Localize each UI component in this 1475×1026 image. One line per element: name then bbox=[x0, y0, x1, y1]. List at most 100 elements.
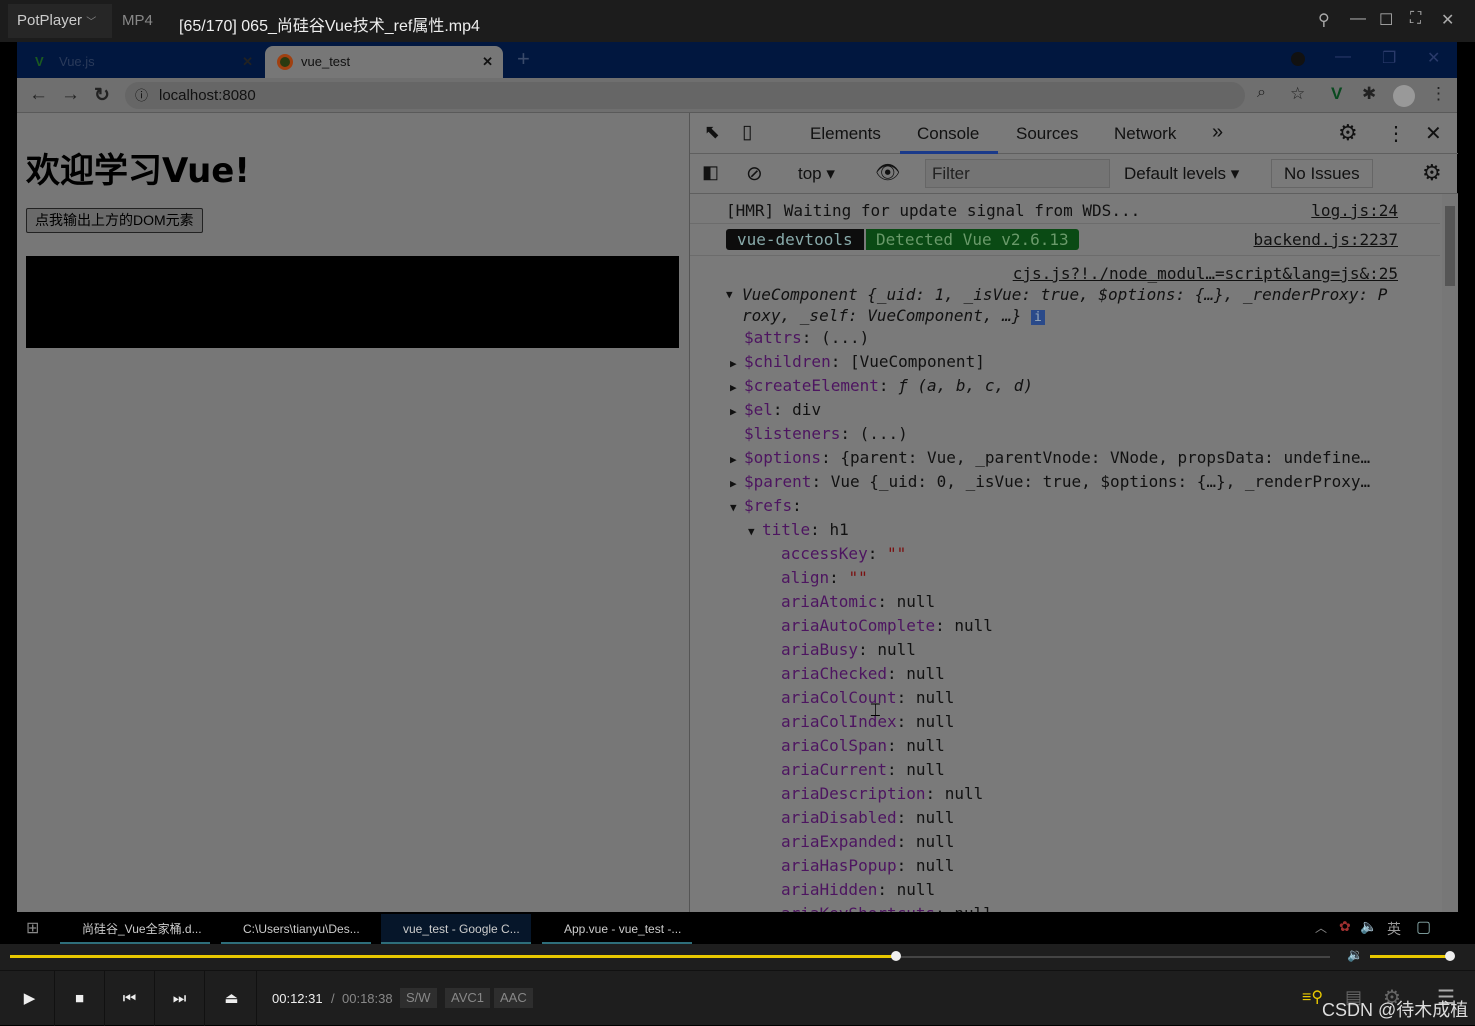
more-tabs-icon[interactable]: » bbox=[1212, 121, 1223, 144]
tab-network[interactable]: Network bbox=[1114, 124, 1176, 144]
taskbar-item-chrome[interactable]: vue_test - Google C... bbox=[381, 914, 531, 944]
expand-arrow-icon[interactable]: ▶ bbox=[730, 477, 744, 490]
notification-icon[interactable]: ▢ bbox=[1416, 917, 1431, 937]
vue-devtools-extension-icon[interactable]: V bbox=[1331, 84, 1342, 104]
console-message-object: cjs.js?!./node_modul…=script&lang=js&:25… bbox=[690, 256, 1440, 912]
property-row[interactable]: ▶ $createElement: ƒ (a, b, c, d) bbox=[730, 376, 1033, 395]
expand-arrow-icon[interactable]: ▶ bbox=[730, 405, 744, 418]
tray-chevron-icon[interactable]: ︿ bbox=[1315, 919, 1327, 936]
source-link[interactable]: cjs.js?!./node_modul…=script&lang=js&:25 bbox=[1013, 264, 1398, 283]
pin-icon[interactable]: ⚲ bbox=[1318, 10, 1330, 30]
badge-video-codec[interactable]: AVC1 bbox=[445, 988, 490, 1008]
back-icon[interactable]: ← bbox=[29, 84, 48, 106]
property-row: ariaColIndex: null bbox=[767, 712, 954, 731]
tab-vuejs[interactable]: V Vue.js ✕ bbox=[23, 46, 263, 78]
watermark: CSDN @待木成植 bbox=[1322, 1000, 1469, 1020]
property-key: ariaExpanded bbox=[781, 832, 897, 851]
taskbar-item-vscode[interactable]: App.vue - vue_test -... bbox=[542, 914, 692, 944]
window-restore-icon[interactable]: ❐ bbox=[1382, 48, 1396, 68]
property-row[interactable]: ▶ $options: {parent: Vue, _parentVnode: V… bbox=[730, 448, 1370, 467]
object-summary[interactable]: VueComponent {_uid: 1, _isVue: true, $op… bbox=[742, 285, 1387, 304]
device-toggle-icon[interactable]: ▯ bbox=[742, 121, 752, 144]
close-tab-icon[interactable]: ✕ bbox=[242, 46, 253, 78]
volume-icon[interactable]: 🔉 bbox=[1347, 947, 1363, 963]
info-icon: ⓘ bbox=[135, 88, 149, 103]
reload-icon[interactable]: ↻ bbox=[94, 84, 110, 107]
property-value: null bbox=[954, 904, 993, 912]
expand-arrow-icon[interactable]: ▶ bbox=[730, 453, 744, 466]
playlist-search-icon[interactable]: ≡⚲ bbox=[1302, 987, 1323, 1007]
ime-indicator[interactable]: 英 bbox=[1387, 919, 1401, 939]
issues-button[interactable]: No Issues bbox=[1271, 159, 1373, 188]
more-options-icon[interactable]: ⋮ bbox=[1386, 121, 1406, 146]
next-button[interactable]: ⏭ bbox=[155, 971, 205, 1026]
devtools-toolbar: ⬉ ▯ Elements Console Sources Network » ⚙… bbox=[690, 113, 1458, 154]
volume-handle[interactable] bbox=[1445, 951, 1455, 961]
previous-button[interactable]: ⏮ bbox=[105, 971, 155, 1026]
maximize-icon[interactable]: ☐ bbox=[1379, 10, 1393, 30]
taskbar-item-word[interactable]: 尚硅谷_Vue全家桶.d... bbox=[60, 914, 210, 944]
filter-input[interactable]: Filter bbox=[925, 159, 1110, 188]
live-expression-eye-icon[interactable]: 👁 bbox=[875, 160, 900, 185]
expand-arrow-icon[interactable]: ▼ bbox=[730, 501, 744, 514]
source-link[interactable]: backend.js:2237 bbox=[1254, 230, 1399, 249]
profile-avatar[interactable] bbox=[1393, 85, 1415, 107]
property-row[interactable]: ▶ $el: div bbox=[730, 400, 821, 419]
window-close-icon[interactable]: ✕ bbox=[1427, 48, 1440, 68]
property-key: ariaColSpan bbox=[781, 736, 887, 755]
property-key: ariaAutoComplete bbox=[781, 616, 936, 635]
property-row[interactable]: ▼ $refs: bbox=[730, 496, 811, 515]
expand-arrow-icon[interactable]: ▶ bbox=[730, 381, 744, 394]
menu-icon[interactable]: ⋮ bbox=[1430, 84, 1447, 104]
play-button[interactable]: ▶ bbox=[5, 971, 55, 1026]
forward-icon[interactable]: → bbox=[61, 84, 80, 106]
badge-audio-codec[interactable]: AAC bbox=[494, 988, 533, 1008]
expand-arrow-icon[interactable]: ▼ bbox=[726, 288, 733, 301]
seek-handle[interactable] bbox=[890, 951, 901, 961]
property-row[interactable]: ▶ $parent: Vue {_uid: 0, _isVue: true, $o… bbox=[730, 472, 1370, 491]
url-input[interactable]: ⓘ localhost:8080 bbox=[125, 82, 1245, 109]
scrollbar-thumb[interactable] bbox=[1445, 206, 1455, 286]
zoom-icon[interactable]: ⌕ bbox=[1257, 84, 1266, 102]
taskbar-label: App.vue - vue_test -... bbox=[564, 922, 682, 936]
stop-button[interactable]: ■ bbox=[55, 971, 105, 1026]
console-message-hmr: [HMR] Waiting for update signal from WDS… bbox=[690, 194, 1440, 224]
source-link[interactable]: log.js:24 bbox=[1311, 201, 1398, 220]
inspect-icon[interactable]: ⬉ bbox=[704, 121, 720, 144]
close-tab-icon[interactable]: ✕ bbox=[482, 46, 493, 78]
show-dom-button[interactable]: 点我输出上方的DOM元素 bbox=[26, 208, 203, 233]
player-menu-button[interactable]: PotPlayer ﹀ bbox=[8, 4, 112, 38]
tab-console[interactable]: Console bbox=[917, 124, 979, 144]
minimize-icon[interactable]: — bbox=[1350, 10, 1366, 28]
close-icon[interactable]: ✕ bbox=[1441, 10, 1454, 30]
clear-console-icon[interactable]: ⊘ bbox=[746, 161, 763, 186]
eject-button[interactable]: ⏏ bbox=[207, 971, 257, 1026]
console-scrollbar[interactable] bbox=[1442, 194, 1458, 912]
close-devtools-icon[interactable]: ✕ bbox=[1425, 121, 1442, 146]
context-selector[interactable]: top ▾ bbox=[798, 164, 835, 184]
property-row: align: "" bbox=[767, 568, 868, 587]
new-tab-icon[interactable]: + bbox=[517, 46, 530, 72]
console-settings-icon[interactable]: ⚙ bbox=[1422, 160, 1442, 186]
info-badge-icon[interactable]: i bbox=[1031, 310, 1045, 325]
log-levels-dropdown[interactable]: Default levels ▾ bbox=[1124, 164, 1239, 184]
tray-app-icon[interactable]: ✿ bbox=[1339, 918, 1351, 935]
tab-sources[interactable]: Sources bbox=[1016, 124, 1078, 144]
property-row[interactable]: ▼ title: h1 bbox=[748, 520, 849, 539]
expand-arrow-icon[interactable]: ▼ bbox=[748, 525, 762, 538]
tab-elements[interactable]: Elements bbox=[810, 124, 881, 144]
tab-vue-test[interactable]: vue_test ✕ bbox=[265, 46, 503, 78]
badge-renderer[interactable]: S/W bbox=[400, 988, 437, 1008]
expand-arrow-icon[interactable]: ▶ bbox=[730, 357, 744, 370]
volume-tray-icon[interactable]: 🔈 bbox=[1360, 918, 1377, 935]
settings-icon[interactable]: ⚙ bbox=[1338, 120, 1358, 146]
bookmark-star-icon[interactable]: ☆ bbox=[1290, 84, 1305, 104]
window-minimize-icon[interactable]: — bbox=[1335, 48, 1351, 66]
profile-dot-icon[interactable] bbox=[1291, 52, 1305, 66]
fullscreen-icon[interactable]: ⛶ bbox=[1410, 10, 1421, 28]
property-row[interactable]: ▶ $children: [VueComponent] bbox=[730, 352, 985, 371]
sidebar-toggle-icon[interactable]: ◧ bbox=[702, 162, 719, 183]
taskbar-item-explorer[interactable]: C:\Users\tianyu\Des... bbox=[221, 914, 371, 944]
windows-start-icon[interactable]: ⊞ bbox=[26, 918, 39, 938]
extensions-icon[interactable]: ✱ bbox=[1362, 84, 1376, 104]
